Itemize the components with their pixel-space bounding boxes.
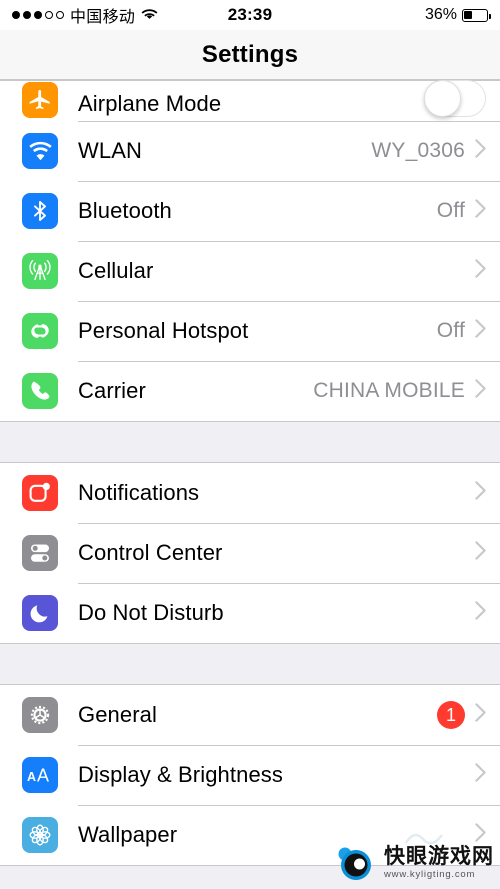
signal-dot-filled <box>23 11 31 19</box>
signal-strength-dots <box>12 11 64 19</box>
settings-screen: 中国移动 23:39 36% Settings Airplane Mode WLA… <box>0 0 500 889</box>
settings-row-wlan[interactable]: WLAN WY_0306 <box>0 121 500 181</box>
signal-dot-filled <box>34 11 42 19</box>
chevron-right-icon <box>475 139 486 163</box>
airplane-mode-toggle[interactable] <box>424 80 486 117</box>
phone-handset-icon <box>22 373 58 409</box>
settings-row-label: Personal Hotspot <box>78 318 249 343</box>
page-title: Settings <box>201 40 299 68</box>
chevron-right-icon <box>475 703 486 727</box>
settings-row-accessory: Off <box>437 319 500 343</box>
gear-icon <box>22 697 58 733</box>
settings-row-bluetooth[interactable]: Bluetooth Off <box>0 181 500 241</box>
notifications-icon <box>22 475 58 511</box>
wifi-icon <box>141 8 158 19</box>
wifi-icon <box>22 133 58 169</box>
settings-row-accessory: WY_0306 <box>371 139 500 163</box>
settings-row-label: General <box>78 702 157 727</box>
settings-row-accessory: 1 <box>437 701 500 729</box>
signal-dot-empty <box>45 11 53 19</box>
settings-row-accessory <box>475 601 500 625</box>
chevron-right-icon <box>475 763 486 787</box>
settings-row-control-center[interactable]: Control Center <box>0 523 500 583</box>
cellular-antenna-icon <box>22 253 58 289</box>
settings-row-notifications[interactable]: Notifications <box>0 463 500 523</box>
chevron-right-icon <box>475 379 486 403</box>
settings-group: Airplane Mode WLAN WY_0306 Bluetooth Off Cell… <box>0 80 500 422</box>
chevron-right-icon <box>475 319 486 343</box>
settings-row-accessory <box>475 481 500 505</box>
settings-group: Notifications Control Center Do Not Distur… <box>0 462 500 644</box>
group-separator <box>0 422 500 462</box>
settings-row-value: CHINA MOBILE <box>313 379 465 402</box>
chevron-right-icon <box>475 601 486 625</box>
moon-icon <box>22 595 58 631</box>
settings-row-display-brightness[interactable]: A A Display & Brightness <box>0 745 500 805</box>
chevron-right-icon <box>475 259 486 283</box>
status-bar-left: 中国移动 <box>12 3 158 27</box>
settings-row-value: Off <box>436 199 465 222</box>
settings-row-label: Notifications <box>78 480 200 505</box>
status-bar: 中国移动 23:39 36% <box>0 0 500 30</box>
svg-text:A: A <box>27 770 36 784</box>
battery-icon <box>462 8 491 22</box>
settings-row-do-not-disturb[interactable]: Do Not Disturb <box>0 583 500 643</box>
svg-text:A: A <box>37 766 49 786</box>
settings-row-accessory: CHINA MOBILE <box>313 379 500 403</box>
watermark: 快眼游戏网 www.kyligting.com <box>332 845 494 881</box>
settings-row-label: WLAN <box>78 138 142 163</box>
signal-dot-empty <box>56 11 64 19</box>
settings-row-accessory <box>475 763 500 787</box>
settings-row-carrier[interactable]: Carrier CHINA MOBILE <box>0 361 500 421</box>
settings-row-cellular[interactable]: Cellular <box>0 241 500 301</box>
settings-row-accessory: Off <box>437 199 500 223</box>
settings-row-accessory <box>475 259 500 283</box>
carrier-label: 中国移动 <box>70 9 136 26</box>
settings-row-label: Cellular <box>78 258 154 283</box>
navigation-bar: Settings <box>0 30 500 80</box>
settings-row-label: Carrier <box>78 378 146 403</box>
settings-row-accessory <box>424 80 500 117</box>
watermark-url: www.kyligting.com <box>384 869 476 881</box>
signal-dot-filled <box>12 11 20 19</box>
settings-row-accessory <box>475 823 500 847</box>
settings-row-label: Do Not Disturb <box>78 600 224 625</box>
hotspot-link-icon <box>22 313 58 349</box>
eyeball-logo-icon <box>338 847 371 880</box>
settings-row-label: Display & Brightness <box>78 762 283 787</box>
settings-row-label: Airplane Mode <box>78 91 222 116</box>
status-badge: 1 <box>437 701 465 729</box>
settings-row-accessory <box>475 541 500 565</box>
chevron-right-icon <box>475 823 486 847</box>
battery-percent-label: 36% <box>424 6 457 23</box>
group-separator <box>0 644 500 684</box>
settings-row-personal-hotspot[interactable]: Personal Hotspot Off <box>0 301 500 361</box>
settings-row-label: Bluetooth <box>78 198 172 223</box>
chevron-right-icon <box>475 541 486 565</box>
bluetooth-icon <box>22 193 58 229</box>
settings-row-value: WY_0306 <box>371 139 465 162</box>
status-bar-right: 36% <box>424 6 491 24</box>
airplane-icon <box>22 82 58 118</box>
settings-row-label: Control Center <box>78 540 223 565</box>
chevron-right-icon <box>475 199 486 223</box>
chevron-right-icon <box>475 481 486 505</box>
settings-row-value: Off <box>436 319 465 342</box>
wallpaper-flower-icon <box>22 817 58 853</box>
settings-list[interactable]: Airplane Mode WLAN WY_0306 Bluetooth Off Cell… <box>0 80 500 889</box>
settings-row-airplane-mode[interactable]: Airplane Mode <box>0 80 500 121</box>
aa-text-icon: AA <box>22 757 58 793</box>
settings-row-label: Wallpaper <box>78 822 178 847</box>
settings-row-general[interactable]: General 1 <box>0 685 500 745</box>
control-center-icon <box>22 535 58 571</box>
watermark-arc-decoration <box>404 833 443 845</box>
watermark-site-name: 快眼游戏网 <box>384 845 494 869</box>
